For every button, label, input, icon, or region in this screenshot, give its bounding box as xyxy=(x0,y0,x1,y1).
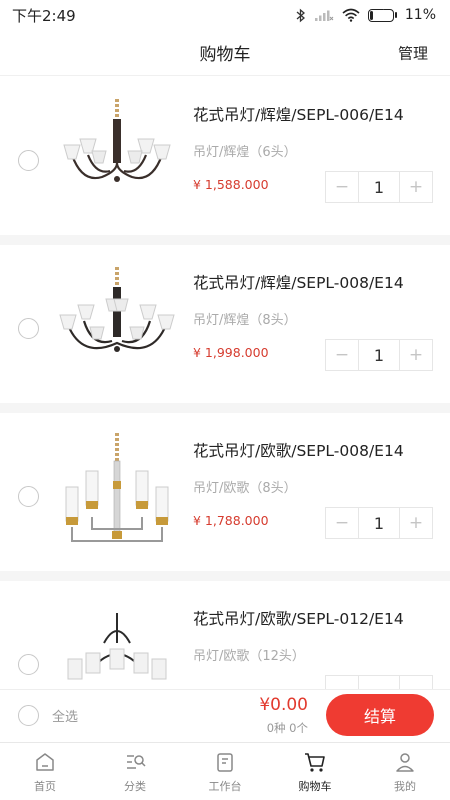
cart-item: 花式吊灯/辉煌/SEPL-008/E14 吊灯/辉煌（8头） ¥ 1,998.0… xyxy=(0,245,450,413)
product-image-chandelier[interactable] xyxy=(52,599,182,689)
cart-item: 花式吊灯/欧歌/SEPL-008/E14 吊灯/欧歌（8头） ¥ 1,788.0… xyxy=(0,413,450,581)
decrease-qty-button[interactable] xyxy=(326,676,358,689)
select-all-label[interactable]: 全选 xyxy=(52,706,78,725)
quantity-stepper: − 1 + xyxy=(325,339,433,371)
cart-item: 花式吊灯/辉煌/SEPL-006/E14 吊灯/辉煌（6头） ¥ 1,588.0… xyxy=(0,77,450,245)
checkout-button[interactable]: 结算 xyxy=(326,694,434,736)
checkout-bar: 全选 ¥0.00 0种 0个 结算 xyxy=(0,689,450,741)
increase-qty-button[interactable] xyxy=(400,676,432,689)
home-icon xyxy=(33,750,57,774)
item-select-radio[interactable] xyxy=(18,486,39,507)
product-image-chandelier[interactable] xyxy=(52,431,182,561)
battery-percent: 11% xyxy=(404,7,436,23)
manage-button[interactable]: 管理 xyxy=(398,42,428,63)
item-price: ¥ 1,788.000 xyxy=(193,513,269,528)
quantity-stepper xyxy=(325,675,433,689)
tab-home[interactable]: 首页 xyxy=(0,743,90,800)
cart-item: 花式吊灯/欧歌/SEPL-012/E14 吊灯/欧歌（12头） xyxy=(0,581,450,689)
status-time: 下午2:49 xyxy=(12,6,76,25)
total-count: 0种 0个 xyxy=(266,721,308,735)
tab-label: 我的 xyxy=(394,779,416,793)
item-price: ¥ 1,588.000 xyxy=(193,177,269,192)
product-image-chandelier[interactable] xyxy=(52,95,182,225)
item-title[interactable]: 花式吊灯/欧歌/SEPL-008/E14 xyxy=(193,439,404,461)
item-spec: 吊灯/辉煌（8头） xyxy=(193,313,297,328)
bluetooth-icon xyxy=(296,8,306,23)
tab-profile[interactable]: 我的 xyxy=(360,743,450,800)
tab-category[interactable]: 分类 xyxy=(90,743,180,800)
item-title[interactable]: 花式吊灯/辉煌/SEPL-006/E14 xyxy=(193,103,404,125)
quantity-stepper: − 1 + xyxy=(325,171,433,203)
product-image-chandelier[interactable] xyxy=(52,263,182,393)
cart-screen: 下午2:49 ⚡ 11% 购物车 管理 花式吊灯/辉煌/SEPL-006/E14… xyxy=(0,0,450,800)
increase-qty-button[interactable]: + xyxy=(400,340,432,370)
wifi-icon xyxy=(342,8,360,22)
bottom-tab-bar: 首页 分类 工作台 购物车 我的 xyxy=(0,742,450,800)
tab-workbench[interactable]: 工作台 xyxy=(180,743,270,800)
profile-icon xyxy=(393,750,417,774)
item-select-radio[interactable] xyxy=(18,318,39,339)
item-spec: 吊灯/欧歌（12头） xyxy=(193,649,305,664)
qty-input[interactable] xyxy=(358,676,400,689)
cart-list[interactable]: 花式吊灯/辉煌/SEPL-006/E14 吊灯/辉煌（6头） ¥ 1,588.0… xyxy=(0,77,450,689)
decrease-qty-button[interactable]: − xyxy=(326,340,358,370)
tab-cart[interactable]: 购物车 xyxy=(270,743,360,800)
item-select-radio[interactable] xyxy=(18,150,39,171)
decrease-qty-button[interactable]: − xyxy=(326,508,358,538)
item-spec: 吊灯/辉煌（6头） xyxy=(193,145,297,160)
item-select-radio[interactable] xyxy=(18,654,39,675)
cart-icon xyxy=(303,750,327,774)
item-title[interactable]: 花式吊灯/欧歌/SEPL-012/E14 xyxy=(193,607,404,629)
total-amount: ¥0.00 xyxy=(259,695,308,715)
tab-label: 分类 xyxy=(124,779,146,793)
qty-input[interactable]: 1 xyxy=(358,172,400,202)
decrease-qty-button[interactable]: − xyxy=(326,172,358,202)
increase-qty-button[interactable]: + xyxy=(400,172,432,202)
status-bar: 下午2:49 ⚡ 11% xyxy=(0,0,450,30)
increase-qty-button[interactable]: + xyxy=(400,508,432,538)
select-all-radio[interactable] xyxy=(18,705,39,726)
item-title[interactable]: 花式吊灯/辉煌/SEPL-008/E14 xyxy=(193,271,404,293)
tab-label: 首页 xyxy=(34,779,56,793)
item-price: ¥ 1,998.000 xyxy=(193,345,269,360)
item-spec: 吊灯/欧歌（8头） xyxy=(193,481,297,496)
battery-icon: ⚡ xyxy=(367,8,397,22)
qty-input[interactable]: 1 xyxy=(358,340,400,370)
workbench-icon xyxy=(213,750,237,774)
tab-label: 购物车 xyxy=(298,779,332,793)
category-icon xyxy=(123,750,147,774)
tab-label: 工作台 xyxy=(208,779,242,793)
quantity-stepper: − 1 + xyxy=(325,507,433,539)
qty-input[interactable]: 1 xyxy=(358,508,400,538)
nav-header: 购物车 管理 xyxy=(0,30,450,76)
page-title: 购物车 xyxy=(199,45,251,65)
status-icons: ⚡ 11% xyxy=(296,7,436,23)
cellular-signal-icon xyxy=(314,8,334,22)
